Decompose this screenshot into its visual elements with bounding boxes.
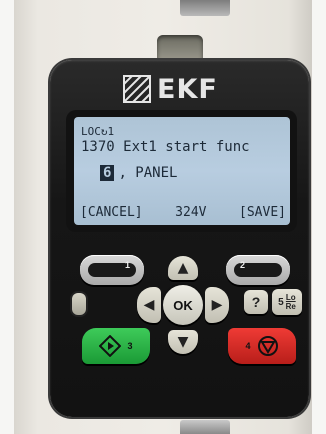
softkey-1-face: 1 [88,260,136,277]
start-button[interactable]: 3 [82,328,150,364]
arrow-up-icon: ▲ [177,260,189,276]
softkey-1-number: 1 [124,260,130,270]
parameter-line: 1370 Ext1 start func [81,139,250,155]
help-button[interactable]: ? [244,290,268,314]
help-label: ? [251,294,261,310]
ok-button[interactable]: OK [163,285,203,325]
loc-rem-top: Lo [285,293,296,302]
brand-logo: EKF [123,72,251,106]
clock-readout: 324V [175,205,207,220]
brand-name: EKF [157,73,218,105]
start-diamond-icon [99,335,122,357]
arrow-left-icon: ◀ [143,297,155,313]
softkey-2-button[interactable]: 2 [226,255,290,285]
value-text: , PANEL [118,165,178,181]
stop-number: 4 [245,341,251,351]
start-number: 3 [127,341,133,351]
mounting-slot-top [180,0,230,16]
softkey-right-label: [SAVE] [239,205,286,220]
up-button[interactable]: ▲ [168,256,198,280]
lcd-screen: LOC↻1 1370 Ext1 start func 6, PANEL [CAN… [74,117,290,225]
softkey-2-face: 2 [234,260,282,277]
status-led [72,293,86,315]
arrow-right-icon: ▶ [211,297,223,313]
stop-button[interactable]: 4 [228,328,296,364]
softkey-line: [CANCEL] 324V [SAVE] [80,205,286,220]
selected-value: 6 [100,165,115,181]
loc-rem-label: Lo Re [286,293,296,311]
softkey-1-button[interactable]: 1 [80,255,144,285]
status-line: LOC↻1 [81,125,115,138]
ekf-logo-icon [123,75,151,103]
mounting-slot-bottom [180,420,230,434]
loc-rem-number: 5 [278,296,284,308]
loc-rem-bottom: Re [285,302,296,311]
softkey-2-number: 2 [240,260,246,270]
panel-clip [157,35,203,61]
arrow-down-icon: ▼ [177,334,189,350]
stop-triangle-icon [257,336,278,356]
value-line: 6, PANEL [100,165,177,181]
left-button[interactable]: ◀ [137,287,161,323]
softkey-left-label: [CANCEL] [80,205,143,220]
loc-rem-button[interactable]: 5 Lo Re [272,289,302,315]
